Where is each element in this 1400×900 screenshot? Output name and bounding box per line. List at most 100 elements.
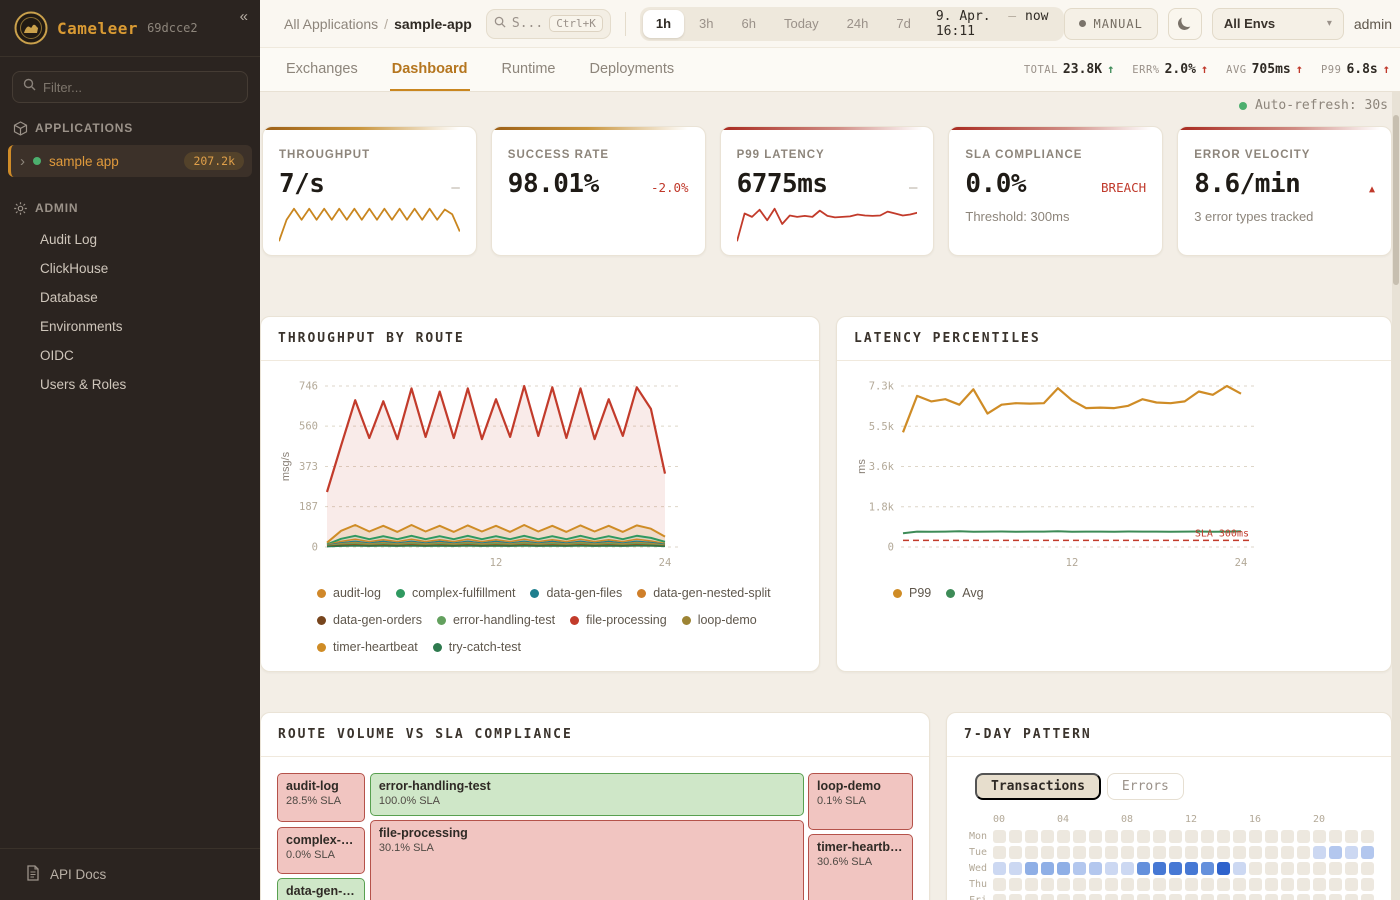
svg-text:560: 560: [299, 421, 318, 433]
time-range-1h[interactable]: 1h: [643, 10, 684, 38]
legend-item-file-processing[interactable]: file-processing: [570, 613, 667, 627]
cameleer-logo-icon: [14, 11, 48, 45]
theme-toggle-button[interactable]: [1168, 8, 1202, 40]
heatmap-cell: [1233, 862, 1246, 875]
kpi-label: ERROR VELOCITY: [1194, 149, 1375, 161]
kpi-card-success-rate: SUCCESS RATE 98.01% -2.0%: [491, 126, 706, 256]
tab-runtime[interactable]: Runtime: [500, 48, 558, 91]
heatmap-cell: [1105, 846, 1118, 859]
sidebar-collapse-icon[interactable]: «: [240, 8, 248, 25]
legend-item-timer-heartbeat[interactable]: timer-heartbeat: [317, 640, 418, 654]
treemap-cell-timer-heartbeat[interactable]: timer-heartbeat30.6% SLA: [808, 834, 913, 900]
sidebar-item-environments[interactable]: Environments: [0, 312, 260, 341]
search-icon: [494, 15, 506, 33]
toggle-transactions[interactable]: Transactions: [975, 773, 1101, 800]
tab-dashboard[interactable]: Dashboard: [390, 48, 470, 91]
tab-exchanges[interactable]: Exchanges: [284, 48, 360, 91]
heatmap-cell: [1329, 862, 1342, 875]
heatmap-cell: [1217, 830, 1230, 843]
time-range-6h[interactable]: 6h: [729, 10, 769, 38]
svg-text:ms: ms: [856, 459, 868, 474]
sidebar-filter-input[interactable]: [43, 80, 237, 95]
heatmap-cell: [1345, 830, 1358, 843]
legend-item-data-gen-nested-split[interactable]: data-gen-nested-split: [637, 586, 770, 600]
legend-item-try-catch-test[interactable]: try-catch-test: [433, 640, 521, 654]
date-from: 9. Apr. 16:11: [936, 9, 999, 39]
global-search[interactable]: S... Ctrl+K: [486, 9, 611, 39]
legend-item-data-gen-files[interactable]: data-gen-files: [530, 586, 622, 600]
heatmap-cell: [1297, 878, 1310, 891]
legend-item-loop-demo[interactable]: loop-demo: [682, 613, 757, 627]
heatmap-cell: [1025, 846, 1038, 859]
card-accent: [492, 127, 705, 130]
heatmap-cell: [1121, 846, 1134, 859]
heatmap-cell: [1137, 846, 1150, 859]
heatmap-cell: [1281, 862, 1294, 875]
panel-title: 7-DAY PATTERN: [947, 713, 1391, 757]
legend-item-complex-fulfillment[interactable]: complex-fulfillment: [396, 586, 516, 600]
sidebar-item-audit-log[interactable]: Audit Log: [0, 225, 260, 254]
app-count-badge: 207.2k: [184, 152, 244, 170]
heatmap-cell: [1249, 830, 1262, 843]
legend-item-error-handling-test[interactable]: error-handling-test: [437, 613, 555, 627]
sidebar-item-clickhouse[interactable]: ClickHouse: [0, 254, 260, 283]
status-dot-icon: [33, 157, 41, 165]
legend-item-data-gen-orders[interactable]: data-gen-orders: [317, 613, 422, 627]
date-range[interactable]: 9. Apr. 16:11 – now: [924, 9, 1061, 39]
svg-text:SLA 300ms: SLA 300ms: [1195, 528, 1249, 539]
sidebar-filter[interactable]: [12, 71, 248, 103]
heatmap-cell: [1105, 830, 1118, 843]
heatmap-cell: [993, 878, 1006, 891]
hour-label: 00: [993, 814, 1009, 825]
heatmap-cell: [1041, 878, 1054, 891]
svg-text:7.3k: 7.3k: [869, 381, 895, 393]
treemap-cell-complex-fulfillment[interactable]: complex-fulfillment0.0% SLA: [277, 827, 365, 874]
treemap-cell-data-gen-files[interactable]: data-gen-files100.0% SLA: [277, 878, 365, 900]
current-user[interactable]: admin: [1354, 16, 1392, 32]
legend-item-avg[interactable]: Avg: [946, 586, 983, 600]
heatmap-cell: [1025, 830, 1038, 843]
kpi-subtitle: Threshold: 300ms: [965, 209, 1146, 224]
sidebar-item-api-docs[interactable]: API Docs: [0, 857, 260, 900]
treemap-cell-audit-log[interactable]: audit-log28.5% SLA: [277, 773, 365, 822]
heatmap-cell: [993, 894, 1006, 900]
heatmap-cell: [1041, 830, 1054, 843]
sidebar-item-users-roles[interactable]: Users & Roles: [0, 370, 260, 399]
search-placeholder: S...: [512, 16, 543, 31]
sidebar-item-sample-app[interactable]: › sample app 207.2k: [8, 145, 252, 177]
dashboard-content: Auto-refresh: 30s THROUGHPUT 7/s – SUCCE…: [260, 92, 1400, 900]
toggle-errors[interactable]: Errors: [1107, 773, 1184, 800]
heatmap-cell: [1169, 878, 1182, 891]
time-range-24h[interactable]: 24h: [834, 10, 882, 38]
legend-item-p99[interactable]: P99: [893, 586, 931, 600]
treemap-cell-loop-demo[interactable]: loop-demo0.1% SLA: [808, 773, 913, 830]
heatmap-cell: [1025, 862, 1038, 875]
treemap-cell-error-handling-test[interactable]: error-handling-test100.0% SLA: [370, 773, 804, 816]
document-icon: [26, 865, 40, 884]
legend-dot-icon: [317, 589, 326, 598]
time-range-7d[interactable]: 7d: [883, 10, 923, 38]
heatmap-cell: [1009, 846, 1022, 859]
heatmap-cell: [1329, 894, 1342, 900]
vertical-scrollbar[interactable]: [1392, 92, 1400, 900]
trend-arrow-icon: ↑: [1383, 62, 1390, 76]
environment-select[interactable]: All Envs ▾: [1212, 8, 1344, 40]
breadcrumb-root[interactable]: All Applications: [284, 16, 378, 32]
tab-deployments[interactable]: Deployments: [588, 48, 677, 91]
latency-percentiles-panel: LATENCY PERCENTILES 01.8k3.6k5.5k7.3k122…: [836, 316, 1392, 672]
scrollbar-thumb[interactable]: [1393, 115, 1399, 285]
manual-mode-button[interactable]: MANUAL: [1064, 8, 1158, 40]
sidebar-item-oidc[interactable]: OIDC: [0, 341, 260, 370]
chevron-down-icon: ▾: [1327, 18, 1332, 29]
time-range-today[interactable]: Today: [771, 10, 832, 38]
legend-item-audit-log[interactable]: audit-log: [317, 586, 381, 600]
heatmap-cell: [1361, 830, 1374, 843]
heatmap-cell: [1297, 846, 1310, 859]
time-range-3h[interactable]: 3h: [686, 10, 726, 38]
heatmap-cell: [1009, 862, 1022, 875]
legend-dot-icon: [682, 616, 691, 625]
stat-p99: P996.8s↑: [1321, 62, 1390, 77]
sidebar-item-database[interactable]: Database: [0, 283, 260, 312]
applications-label: APPLICATIONS: [35, 121, 133, 135]
treemap-cell-file-processing[interactable]: file-processing30.1% SLA: [370, 820, 804, 900]
